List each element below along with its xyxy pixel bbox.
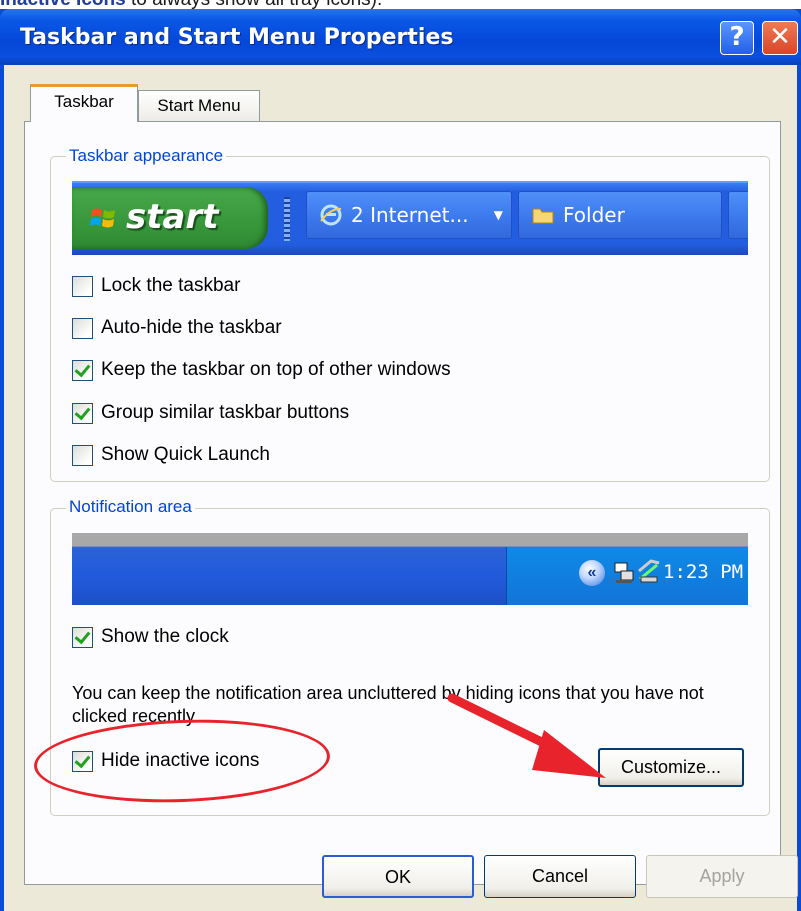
windows-logo-icon	[90, 208, 115, 228]
apply-button[interactable]: Apply	[646, 855, 798, 898]
lock-taskbar-label: Lock the taskbar	[101, 275, 241, 296]
option-group-buttons[interactable]: Group similar taskbar buttons	[72, 400, 349, 426]
start-button-preview: start	[72, 187, 268, 249]
system-tray-preview: « 1:23 PM	[506, 547, 748, 605]
taskbar-appearance-legend: Taskbar appearance	[66, 146, 227, 166]
keep-on-top-label: Keep the taskbar on top of other windows	[101, 359, 451, 380]
group-buttons-checkbox[interactable]	[72, 402, 93, 424]
dropdown-arrow-icon: ▼	[493, 208, 503, 222]
show-clock-label: Show the clock	[101, 626, 229, 647]
caption-text: to always show all tray icons).	[126, 0, 382, 9]
option-show-clock[interactable]: Show the clock	[72, 624, 229, 650]
folder-icon	[532, 208, 554, 224]
more-task-button	[728, 191, 748, 239]
keep-on-top-checkbox[interactable]	[72, 359, 93, 381]
notification-preview: « 1:23 PM	[72, 533, 748, 605]
title-bar[interactable]: Taskbar and Start Menu Properties ? ✕	[0, 9, 801, 65]
ie-task-label: 2 Internet...	[351, 203, 469, 227]
ok-button[interactable]: OK	[322, 855, 474, 898]
folder-task-button: Folder	[518, 191, 722, 239]
ie-task-button: 2 Internet... ▼	[306, 191, 512, 239]
caption-bold: Inactive Icons	[0, 0, 126, 9]
internet-explorer-icon	[320, 204, 342, 226]
taskbar-grip	[284, 197, 290, 241]
quick-launch-checkbox[interactable]	[72, 444, 93, 466]
folder-task-label: Folder	[563, 203, 625, 227]
option-keep-on-top[interactable]: Keep the taskbar on top of other windows	[72, 357, 451, 383]
customize-button[interactable]: Customize...	[598, 748, 744, 787]
show-clock-checkbox[interactable]	[72, 626, 93, 648]
option-lock-taskbar[interactable]: Lock the taskbar	[72, 273, 240, 299]
close-button[interactable]: ✕	[762, 21, 798, 55]
tab-taskbar[interactable]: Taskbar	[30, 84, 138, 122]
notification-area-legend: Notification area	[66, 497, 195, 517]
network-connection-icon	[638, 559, 660, 583]
help-button[interactable]: ?	[720, 21, 754, 55]
group-buttons-label: Group similar taskbar buttons	[101, 402, 350, 423]
option-auto-hide[interactable]: Auto-hide the taskbar	[72, 315, 282, 341]
taskbar-preview: start 2 Internet... ▼ Folder	[72, 181, 748, 255]
auto-hide-checkbox[interactable]	[72, 317, 93, 339]
red-arrow-annotation	[447, 693, 606, 778]
option-quick-launch[interactable]: Show Quick Launch	[72, 442, 270, 468]
quick-launch-label: Show Quick Launch	[101, 444, 270, 465]
cancel-button[interactable]: Cancel	[484, 855, 636, 898]
tray-clock: 1:23 PM	[663, 561, 744, 583]
start-label: start	[126, 197, 219, 237]
show-hidden-icons-chevron-icon: «	[579, 560, 605, 586]
tab-start-menu[interactable]: Start Menu	[138, 90, 260, 122]
network-icon	[614, 562, 634, 583]
lock-taskbar-checkbox[interactable]	[72, 275, 93, 297]
window-title: Taskbar and Start Menu Properties	[20, 25, 454, 50]
page-caption: Inactive Icons to always show all tray i…	[0, 0, 801, 9]
auto-hide-label: Auto-hide the taskbar	[101, 317, 282, 338]
